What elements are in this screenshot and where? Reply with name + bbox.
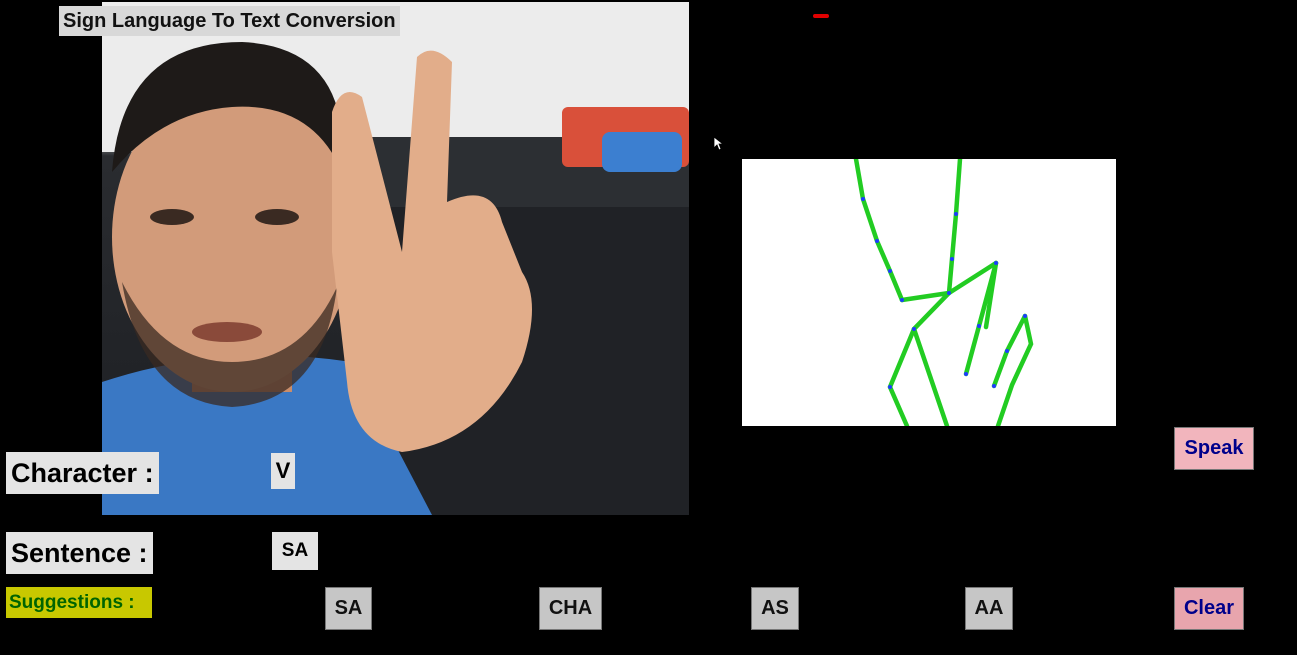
hand-skeleton-drawing [853,159,1034,426]
suggestions-label: Suggestions : [6,587,152,618]
mouse-cursor-icon [713,136,725,156]
clear-button[interactable]: Clear [1174,587,1244,630]
app-title: Sign Language To Text Conversion [59,6,400,36]
sentence-label: Sentence : [6,532,153,574]
red-mark [813,14,829,18]
hand-skeleton-panel [742,159,1116,426]
suggestion-button-2[interactable]: CHA [539,587,602,630]
suggestion-button-3[interactable]: AS [751,587,799,630]
suggestion-button-1[interactable]: SA [325,587,372,630]
sentence-value: SA [272,532,318,570]
camera-feed [102,2,689,515]
character-value: V [271,453,295,489]
character-label: Character : [6,452,159,494]
camera-image [102,2,689,515]
speak-button[interactable]: Speak [1174,427,1254,470]
suggestion-button-4[interactable]: AA [965,587,1013,630]
